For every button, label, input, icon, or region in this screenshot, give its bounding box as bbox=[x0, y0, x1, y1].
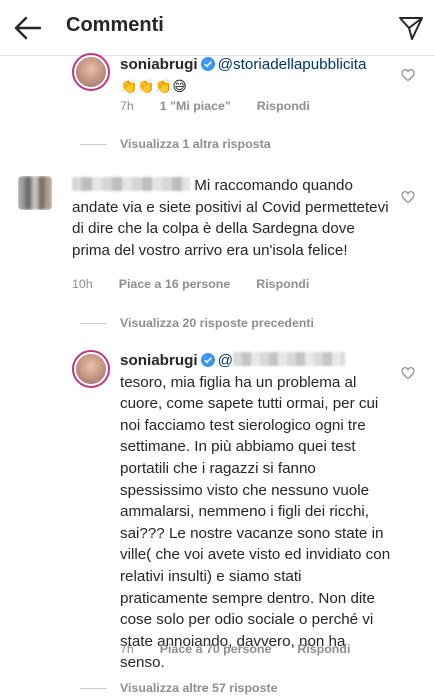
likes-count[interactable]: Piace a 70 persone bbox=[160, 642, 272, 656]
timestamp: 7h bbox=[120, 99, 134, 113]
view-more-replies[interactable]: Visualizza altre 57 risposte bbox=[80, 681, 277, 695]
reply-button[interactable]: Rispondi bbox=[257, 99, 310, 113]
blurred-username[interactable] bbox=[72, 177, 190, 191]
view-previous-replies[interactable]: Visualizza 20 risposte precedenti bbox=[80, 316, 314, 330]
view-more-replies[interactable]: Visualizza 1 altra risposta bbox=[80, 137, 271, 151]
avatar[interactable] bbox=[72, 53, 110, 91]
reply-button[interactable]: Rispondi bbox=[256, 277, 309, 291]
reply-2-text: soniabrugi @ tesoro, mia figlia ha un pro… bbox=[120, 352, 391, 672]
comment-2-meta: 10h Piace a 16 persone Rispondi bbox=[72, 277, 335, 291]
divider bbox=[80, 323, 106, 325]
divider bbox=[80, 144, 106, 146]
reply-button[interactable]: Rispondi bbox=[297, 642, 350, 656]
reply-2-meta: 7h Piace a 70 persone Rispondi bbox=[120, 642, 376, 656]
likes-count[interactable]: 1 "Mi piace" bbox=[160, 99, 231, 113]
like-heart-icon[interactable] bbox=[401, 366, 415, 380]
reply-1-meta: 7h 1 "Mi piace" Rispondi bbox=[120, 99, 336, 113]
username[interactable]: soniabrugi bbox=[120, 352, 198, 369]
like-heart-icon[interactable] bbox=[401, 190, 415, 204]
mention-link[interactable]: @ bbox=[218, 352, 346, 369]
reply-1-text: soniabrugi @storiadellapubblicita 👏👏👏😅 bbox=[120, 54, 392, 97]
back-arrow-icon[interactable] bbox=[12, 12, 44, 44]
username[interactable]: soniabrugi bbox=[120, 56, 198, 73]
direct-send-icon[interactable] bbox=[397, 14, 425, 42]
timestamp: 7h bbox=[120, 642, 134, 656]
like-heart-icon[interactable] bbox=[401, 68, 415, 82]
avatar[interactable] bbox=[18, 176, 52, 210]
app-header: Commenti bbox=[0, 0, 435, 56]
likes-count[interactable]: Piace a 16 persone bbox=[119, 277, 231, 291]
verified-badge-icon bbox=[200, 353, 215, 367]
mention-link[interactable]: @storiadellapubblicita bbox=[218, 56, 367, 73]
emoji-text: 👏👏👏😅 bbox=[120, 77, 187, 94]
verified-badge-icon bbox=[200, 57, 215, 71]
timestamp: 10h bbox=[72, 277, 93, 291]
avatar[interactable] bbox=[72, 350, 110, 388]
page-title: Commenti bbox=[66, 14, 164, 36]
divider bbox=[80, 688, 106, 690]
blurred-mention bbox=[233, 352, 346, 366]
comment-2-text: Mi raccomando quando andate via e siete … bbox=[72, 177, 389, 259]
